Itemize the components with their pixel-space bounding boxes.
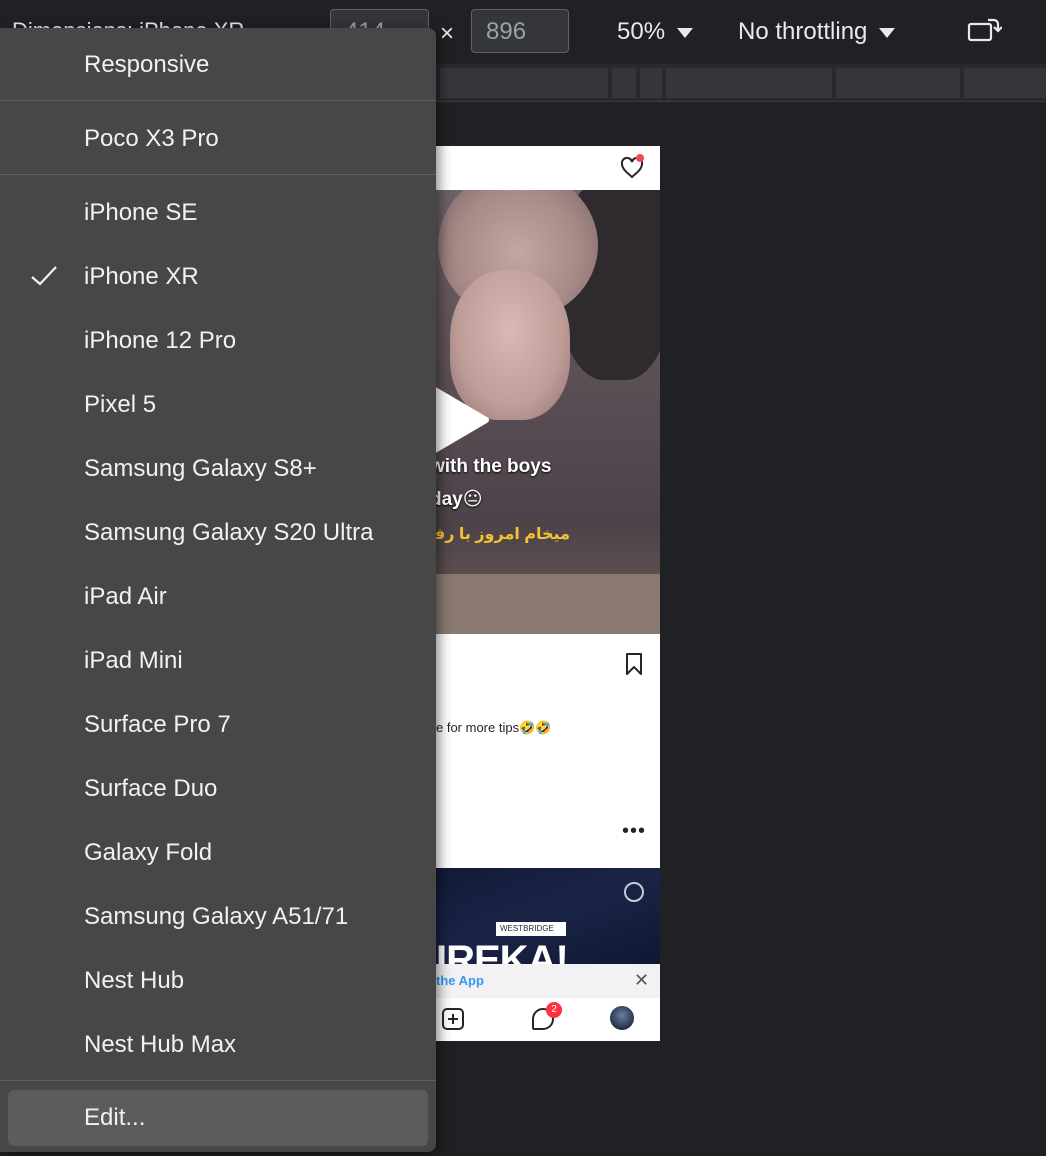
menu-item-samsung-galaxy-s20-ultra[interactable]: Samsung Galaxy S20 Ultra [0, 508, 436, 558]
menu-item-label: Surface Pro 7 [84, 711, 231, 738]
media-query-segment[interactable] [640, 68, 662, 98]
menu-item-surface-pro-7[interactable]: Surface Pro 7 [0, 700, 436, 750]
menu-separator [0, 100, 436, 101]
menu-item-label: Nest Hub [84, 967, 185, 994]
menu-item-iphone-xr[interactable]: iPhone XR [0, 252, 436, 302]
menu-item-surface-duo[interactable]: Surface Duo [0, 764, 436, 814]
rotate-icon[interactable] [966, 16, 1002, 46]
menu-item-label: iPad Air [84, 583, 167, 610]
video-caption-persian: میخام امروز با رفیق [413, 526, 570, 543]
menu-item-pixel-5[interactable]: Pixel 5 [0, 380, 436, 430]
media-query-segment[interactable] [666, 68, 832, 98]
menu-item-edit[interactable]: Edit... [8, 1090, 428, 1146]
menu-item-nest-hub-max[interactable]: Nest Hub Max [0, 1020, 436, 1070]
open-app-link[interactable]: the App [436, 973, 484, 988]
throttling-select[interactable]: No throttling [738, 18, 896, 46]
zoom-select[interactable]: 50% [617, 18, 694, 46]
messenger-badge: 2 [546, 1002, 562, 1018]
menu-item-label: Samsung Galaxy S20 Ultra [84, 519, 374, 546]
times-symbol: × [440, 20, 455, 47]
media-query-segment[interactable] [440, 68, 608, 98]
new-post-icon[interactable] [442, 1008, 464, 1030]
menu-item-label: iPhone SE [84, 199, 198, 226]
more-options-icon[interactable]: ••• [622, 821, 646, 841]
close-icon[interactable]: ✕ [634, 970, 649, 991]
menu-item-label: Samsung Galaxy A51/71 [84, 903, 349, 930]
menu-item-label: iPhone 12 Pro [84, 327, 237, 354]
menu-item-iphone-se[interactable]: iPhone SE [0, 188, 436, 238]
menu-item-samsung-galaxy-s8-plus[interactable]: Samsung Galaxy S8+ [0, 444, 436, 494]
menu-item-label: Responsive [84, 51, 210, 78]
menu-item-label: Galaxy Fold [84, 839, 213, 866]
menu-item-label: Poco X3 Pro [84, 125, 219, 152]
media-query-segment[interactable] [836, 68, 960, 98]
menu-item-label: Edit... [84, 1104, 146, 1131]
menu-item-label: Surface Duo [84, 775, 218, 802]
menu-item-samsung-galaxy-a51-71[interactable]: Samsung Galaxy A51/71 [0, 892, 436, 942]
checkmark-icon [31, 266, 57, 286]
menu-item-ipad-air[interactable]: iPad Air [0, 572, 436, 622]
menu-item-label: Pixel 5 [84, 391, 157, 418]
video-caption: day😐 [430, 489, 483, 510]
menu-item-ipad-mini[interactable]: iPad Mini [0, 636, 436, 686]
menu-item-label: iPad Mini [84, 647, 183, 674]
media-query-segment[interactable] [964, 68, 1046, 98]
menu-item-responsive[interactable]: Responsive [0, 40, 436, 90]
menu-separator [0, 1080, 436, 1081]
post-caption: e for more tips🤣🤣 [436, 720, 552, 735]
menu-item-label: iPhone XR [84, 263, 199, 290]
menu-item-label: Nest Hub Max [84, 1031, 237, 1058]
avatar[interactable] [610, 1006, 634, 1030]
height-input[interactable]: 896 [471, 9, 569, 53]
throttling-value: No throttling [738, 18, 868, 45]
chevron-down-icon [677, 28, 694, 38]
zoom-value: 50% [617, 18, 666, 45]
menu-separator [0, 174, 436, 175]
video-caption: with the boys [430, 456, 552, 477]
ad-logo: WESTBRIDGE [496, 922, 566, 936]
menu-item-nest-hub[interactable]: Nest Hub [0, 956, 436, 1006]
bookmark-icon[interactable] [624, 652, 644, 676]
emblem-icon [624, 882, 644, 902]
menu-item-galaxy-fold[interactable]: Galaxy Fold [0, 828, 436, 878]
media-query-segment[interactable] [612, 68, 636, 98]
menu-item-label: Samsung Galaxy S8+ [84, 455, 317, 482]
notification-dot [636, 154, 644, 162]
device-dropdown-menu: Responsive Poco X3 Pro iPhone SE iPhone … [0, 28, 436, 1152]
menu-item-poco-x3-pro[interactable]: Poco X3 Pro [0, 114, 436, 164]
chevron-down-icon [879, 28, 896, 38]
menu-item-iphone-12-pro[interactable]: iPhone 12 Pro [0, 316, 436, 366]
ad-headline: IREKA! [436, 938, 569, 964]
